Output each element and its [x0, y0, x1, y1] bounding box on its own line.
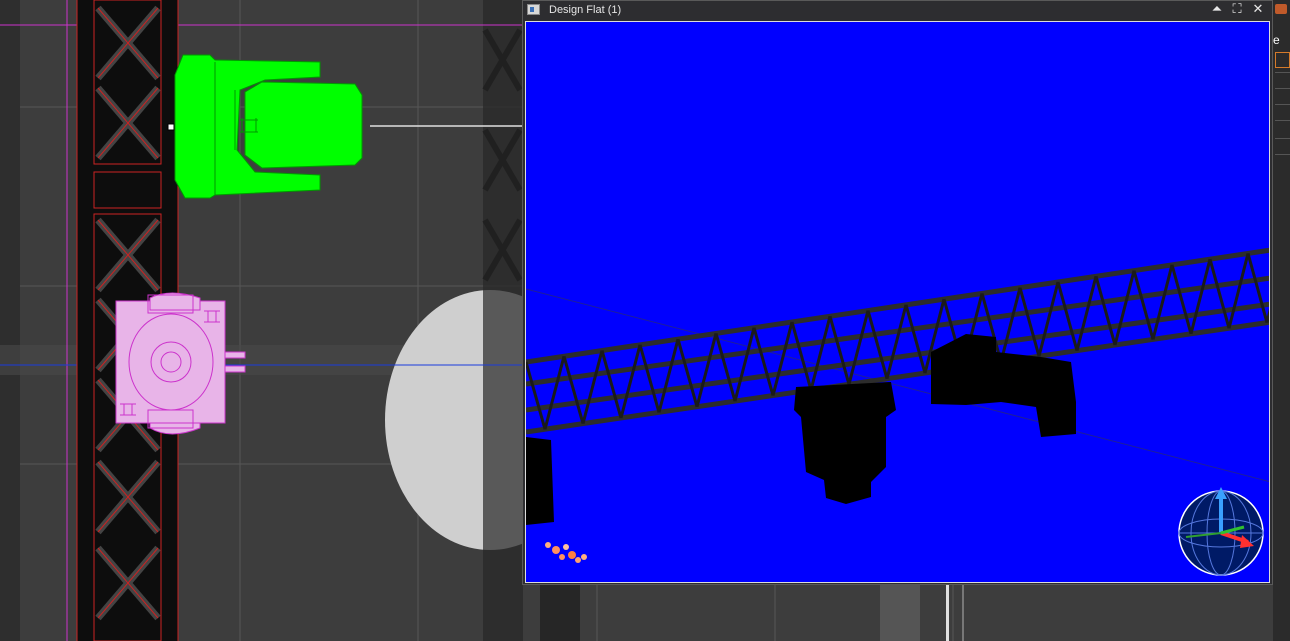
truss-brace [771, 321, 794, 396]
truss-brace [543, 355, 566, 430]
truss-brace [619, 344, 642, 419]
truss-brace [999, 287, 1022, 363]
panel-label-fragment: e [1273, 33, 1280, 47]
truss-brace [600, 350, 623, 419]
truss-brace [1208, 258, 1231, 329]
document-window-icon [527, 4, 540, 15]
panel-tool-icon[interactable] [1275, 4, 1287, 14]
render-fixtures [526, 334, 1076, 525]
truss-brace [885, 304, 908, 380]
truss-brace [1056, 281, 1079, 352]
navigation-globe-icon[interactable] [1178, 487, 1264, 576]
maximize-button[interactable]: ⛶ [1228, 1, 1246, 19]
truss-brace [1037, 281, 1060, 357]
truss-brace [1246, 253, 1269, 323]
truss-brace [1075, 275, 1098, 352]
render-truss [526, 247, 1269, 435]
truss-brace [1113, 270, 1136, 346]
selection-handle[interactable] [167, 123, 175, 131]
light-markers [545, 542, 587, 563]
truss-brace [866, 310, 889, 380]
moving-head-fixture[interactable] [167, 54, 522, 199]
truss-brace [526, 361, 547, 430]
truss-brace [657, 338, 680, 413]
docked-panel-edge [1273, 0, 1290, 641]
truss-brace [1265, 308, 1269, 323]
truss-brace [695, 333, 718, 408]
truss-brace [714, 333, 737, 402]
truss-brace [1132, 270, 1155, 340]
truss-brace [828, 315, 851, 385]
truss-brace [904, 304, 927, 374]
truss-brace [790, 321, 813, 391]
preview-window[interactable]: Design Flat (1) ⏶ ⛶ ✕ [522, 0, 1273, 585]
window-titlebar[interactable]: Design Flat (1) ⏶ ⛶ ✕ [523, 1, 1272, 19]
truss-brace [562, 355, 585, 424]
truss-brace [1227, 253, 1250, 329]
truss-brace [733, 327, 756, 402]
truss-brace [1094, 275, 1117, 346]
truss-brace [1189, 258, 1212, 335]
search-icon[interactable] [1275, 52, 1290, 68]
window-title: Design Flat (1) [549, 4, 622, 16]
truss-brace [581, 350, 604, 424]
truss-brace [1151, 264, 1174, 340]
truss-brace [638, 344, 661, 413]
truss-brace [1170, 264, 1193, 335]
close-button[interactable]: ✕ [1249, 1, 1267, 19]
truss-brace [752, 327, 775, 396]
render-scene [526, 247, 1269, 576]
truss-brace [1018, 287, 1041, 357]
truss-brace [809, 315, 832, 391]
3d-render-canvas[interactable] [525, 21, 1270, 583]
truss-brace [847, 310, 870, 385]
float-window-button[interactable]: ⏶ [1208, 1, 1226, 19]
truss-brace [676, 338, 699, 408]
